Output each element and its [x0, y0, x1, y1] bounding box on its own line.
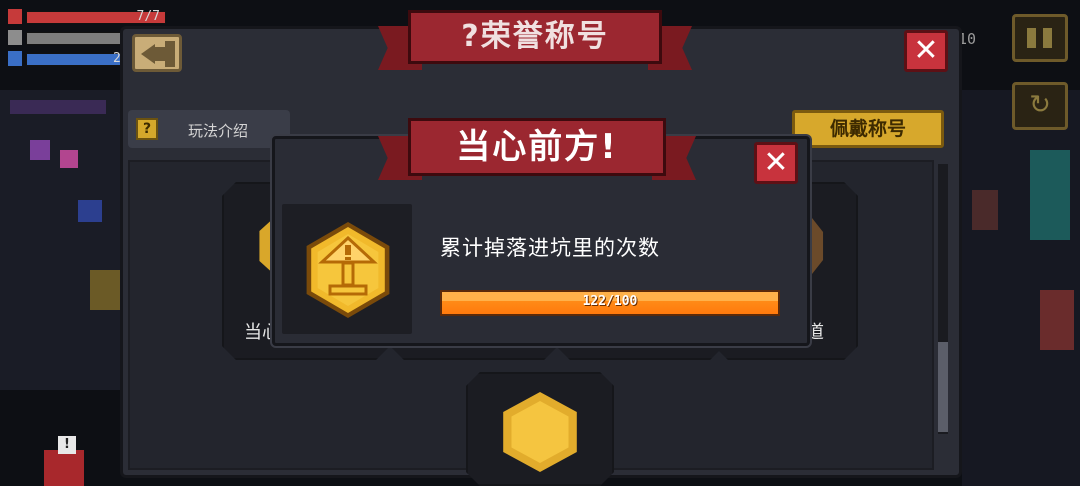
background-wall-left	[0, 90, 120, 390]
scrollbar-thumb[interactable]	[938, 342, 948, 432]
swap-weapon-icon[interactable]: ↻	[1012, 82, 1068, 130]
popup-title-banner: 当心前方!	[378, 118, 696, 190]
background-pixel	[30, 140, 50, 160]
panel-title: ?荣誉称号	[461, 19, 609, 54]
back-arrow-icon	[141, 44, 155, 64]
back-arrow-icon-door	[165, 41, 175, 67]
shield-icon	[8, 30, 22, 45]
close-panel-button[interactable]: ✕	[904, 30, 948, 72]
help-label: 玩法介绍	[188, 122, 249, 140]
background-pixel	[972, 190, 998, 230]
title-description: 累计掉落进坑里的次数	[440, 236, 660, 260]
close-popup-button[interactable]: ✕	[754, 142, 798, 184]
equip-title-label: 佩戴称号	[829, 118, 906, 140]
panel-title-banner: ?荣誉称号	[378, 10, 692, 76]
mushroom-warning-medal-icon	[303, 222, 393, 318]
help-button[interactable]: ? 玩法介绍	[128, 110, 290, 148]
close-icon: ✕	[763, 145, 789, 180]
ribbon-body: ?荣誉称号	[408, 10, 662, 64]
background-pixel	[1030, 150, 1070, 240]
background-pixel	[1040, 290, 1074, 350]
background-pixel	[90, 270, 120, 310]
health-text: 7/7	[136, 9, 160, 24]
popup-title: 当心前方!	[456, 127, 618, 167]
player-character	[44, 450, 84, 486]
achievement-progress-bar: 122/100	[440, 290, 780, 316]
pause-icon	[1027, 28, 1036, 48]
background-pixel	[10, 100, 106, 114]
title-badge-inner	[511, 401, 569, 463]
warning-mushroom-glyph	[318, 236, 378, 296]
alert-icon: !	[58, 436, 76, 454]
question-icon: ?	[136, 118, 158, 140]
progress-text: 122/100	[582, 294, 638, 309]
background-pixel	[78, 200, 102, 222]
close-icon: ✕	[913, 33, 939, 68]
energy-icon	[8, 51, 22, 66]
ribbon-body: 当心前方!	[408, 118, 666, 176]
equip-title-button[interactable]: 佩戴称号	[792, 110, 944, 148]
heart-icon	[8, 9, 22, 24]
pause-icon	[1043, 28, 1052, 48]
back-button[interactable]	[132, 34, 182, 72]
pause-button[interactable]	[1012, 14, 1068, 62]
health-row: 7/7	[4, 8, 166, 26]
background-pixel	[60, 150, 78, 168]
